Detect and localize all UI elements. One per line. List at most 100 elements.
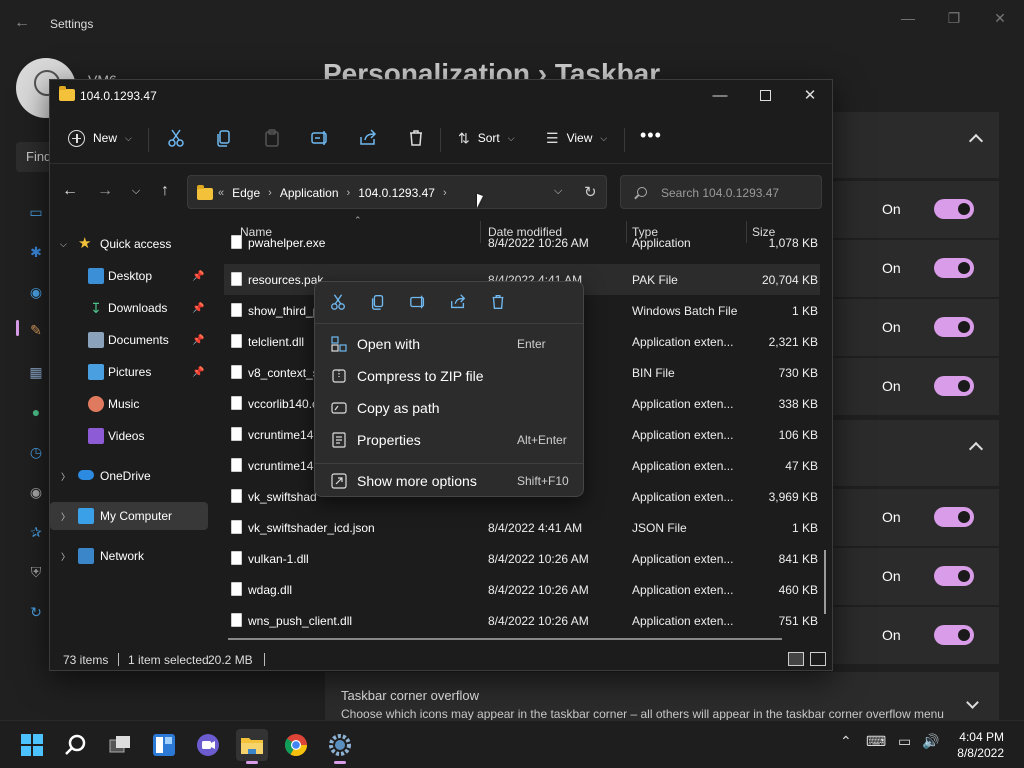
- share-icon[interactable]: [358, 128, 378, 148]
- toggle-switch[interactable]: [934, 376, 974, 396]
- copy-icon[interactable]: [214, 128, 234, 148]
- cut-icon[interactable]: [329, 293, 347, 311]
- table-row[interactable]: wdag.dll 8/4/2022 10:26 AM Application ext…: [224, 574, 820, 605]
- nav-documents[interactable]: Documents 📌: [50, 326, 208, 354]
- back-arrow-icon[interactable]: ←: [14, 14, 34, 34]
- rename-icon[interactable]: [409, 293, 427, 311]
- file-explorer-taskbar-button[interactable]: [236, 729, 268, 764]
- toggle-switch[interactable]: [934, 625, 974, 645]
- system-icon[interactable]: ▭: [26, 204, 46, 224]
- keyboard-icon[interactable]: ⌨: [866, 733, 886, 750]
- breadcrumb-edge[interactable]: Edge: [232, 186, 260, 200]
- pin-icon[interactable]: 📌: [192, 335, 204, 346]
- nav-downloads[interactable]: ↧ Downloads 📌: [50, 294, 208, 322]
- wifi-icon[interactable]: ◉: [26, 284, 46, 304]
- delete-icon[interactable]: [406, 128, 426, 148]
- sort-button[interactable]: ⇅ Sort ⌵: [458, 128, 515, 148]
- gaming-icon[interactable]: ◉: [26, 484, 46, 504]
- maximize-button[interactable]: [750, 85, 780, 107]
- menu-item-open-with[interactable]: Open with Enter: [319, 329, 579, 359]
- menu-item-copy-as-path[interactable]: Copy as path: [319, 393, 579, 423]
- more-options-button[interactable]: •••: [640, 126, 662, 144]
- toggle-switch[interactable]: [934, 317, 974, 337]
- task-view-button[interactable]: [104, 729, 136, 761]
- accounts-icon[interactable]: ●: [26, 404, 46, 424]
- nav-quick-access[interactable]: ⌵ ★ Quick access: [50, 230, 208, 258]
- brush-icon[interactable]: ✎: [26, 322, 46, 342]
- taskbar-items-header[interactable]: [832, 112, 999, 178]
- paste-icon[interactable]: [262, 128, 282, 148]
- share-icon[interactable]: [449, 293, 467, 311]
- pin-icon[interactable]: 📌: [192, 303, 204, 314]
- menu-item-properties[interactable]: Properties Alt+Enter: [319, 425, 579, 455]
- menu-item-compress-zip[interactable]: Compress to ZIP file: [319, 361, 579, 391]
- widgets-button[interactable]: [148, 729, 180, 761]
- table-row[interactable]: vk_swiftshader_icd.json 8/4/2022 4:41 AM J…: [224, 512, 820, 543]
- chevron-down-icon[interactable]: [966, 696, 979, 709]
- search-input[interactable]: [661, 186, 811, 200]
- toggle-switch[interactable]: [934, 507, 974, 527]
- search-button[interactable]: [60, 729, 92, 761]
- nav-network[interactable]: 〉 Network: [50, 542, 208, 570]
- up-button[interactable]: ↑: [155, 181, 175, 201]
- delete-icon[interactable]: [489, 293, 507, 311]
- chevron-down-icon[interactable]: ⌵: [60, 239, 67, 250]
- update-icon[interactable]: ↻: [26, 604, 46, 624]
- table-row[interactable]: wns_push_client.dll 8/4/2022 10:26 AM Appl…: [224, 605, 820, 636]
- taskbar-corner-overflow-card[interactable]: Taskbar corner overflow Choose which ico…: [325, 672, 999, 721]
- privacy-icon[interactable]: ⛨: [26, 564, 46, 584]
- refresh-icon[interactable]: ↻: [584, 183, 597, 201]
- pin-icon[interactable]: 📌: [192, 367, 204, 378]
- copy-icon[interactable]: [369, 293, 387, 311]
- new-button[interactable]: New ⌵: [68, 126, 132, 150]
- back-button[interactable]: ←: [60, 181, 80, 201]
- restore-icon[interactable]: ❐: [944, 10, 964, 30]
- breadcrumb-application[interactable]: Application: [280, 186, 339, 200]
- rename-icon[interactable]: [310, 128, 330, 148]
- nav-music[interactable]: Music: [50, 390, 208, 418]
- toggle-switch[interactable]: [934, 199, 974, 219]
- start-button[interactable]: [16, 729, 48, 761]
- close-button[interactable]: ✕: [795, 85, 825, 107]
- recent-locations-button[interactable]: ⌵: [126, 181, 146, 201]
- breadcrumb-version[interactable]: 104.0.1293.47: [358, 186, 435, 200]
- time-icon[interactable]: ◷: [26, 444, 46, 464]
- details-view-icon[interactable]: [788, 652, 804, 666]
- clock[interactable]: 4:04 PM 8/8/2022: [957, 729, 1004, 761]
- show-hidden-icons-chevron-icon[interactable]: ⌃: [840, 733, 852, 750]
- taskbar-corner-icons-header[interactable]: [832, 420, 999, 486]
- search-box[interactable]: [620, 175, 822, 209]
- horizontal-scrollbar[interactable]: [228, 638, 782, 640]
- minimize-button[interactable]: —: [705, 85, 735, 107]
- toggle-switch[interactable]: [934, 566, 974, 586]
- chevron-right-icon[interactable]: 〉: [61, 470, 70, 483]
- table-row[interactable]: vulkan-1.dll 8/4/2022 10:26 AM Application…: [224, 543, 820, 574]
- network-icon[interactable]: ▭: [898, 733, 911, 750]
- accessibility-icon[interactable]: ✰: [26, 524, 46, 544]
- vertical-scrollbar[interactable]: [824, 550, 826, 614]
- table-row[interactable]: pwahelper.exe 8/4/2022 10:26 AM Applicatio…: [224, 227, 820, 258]
- address-dropdown-icon[interactable]: ⌵: [554, 185, 562, 198]
- volume-icon[interactable]: 🔊: [922, 733, 939, 750]
- breadcrumb-separator-icon[interactable]: ›: [443, 187, 447, 199]
- nav-videos[interactable]: Videos: [50, 422, 208, 450]
- nav-onedrive[interactable]: 〉 OneDrive: [50, 462, 208, 490]
- pin-icon[interactable]: 📌: [192, 271, 204, 282]
- large-icons-view-icon[interactable]: [810, 652, 826, 666]
- view-button[interactable]: ☰ View ⌵: [546, 128, 607, 148]
- chevron-right-icon[interactable]: 〉: [61, 510, 70, 523]
- forward-button[interactable]: →: [95, 181, 115, 201]
- bluetooth-icon[interactable]: ✱: [26, 244, 46, 264]
- nav-desktop[interactable]: Desktop 📌: [50, 262, 208, 290]
- address-bar[interactable]: « Edge › Application › 104.0.1293.47 › ⌵…: [187, 175, 607, 209]
- nav-my-computer[interactable]: 〉 My Computer: [50, 502, 208, 530]
- settings-taskbar-button[interactable]: [324, 729, 356, 764]
- nav-pictures[interactable]: Pictures 📌: [50, 358, 208, 386]
- cut-icon[interactable]: [166, 128, 186, 148]
- menu-item-show-more-options[interactable]: Show more options Shift+F10: [319, 466, 579, 496]
- chevron-right-icon[interactable]: 〉: [61, 550, 70, 563]
- teams-chat-button[interactable]: [192, 729, 224, 761]
- close-icon[interactable]: ✕: [990, 10, 1010, 30]
- apps-icon[interactable]: ▦: [26, 364, 46, 384]
- toggle-switch[interactable]: [934, 258, 974, 278]
